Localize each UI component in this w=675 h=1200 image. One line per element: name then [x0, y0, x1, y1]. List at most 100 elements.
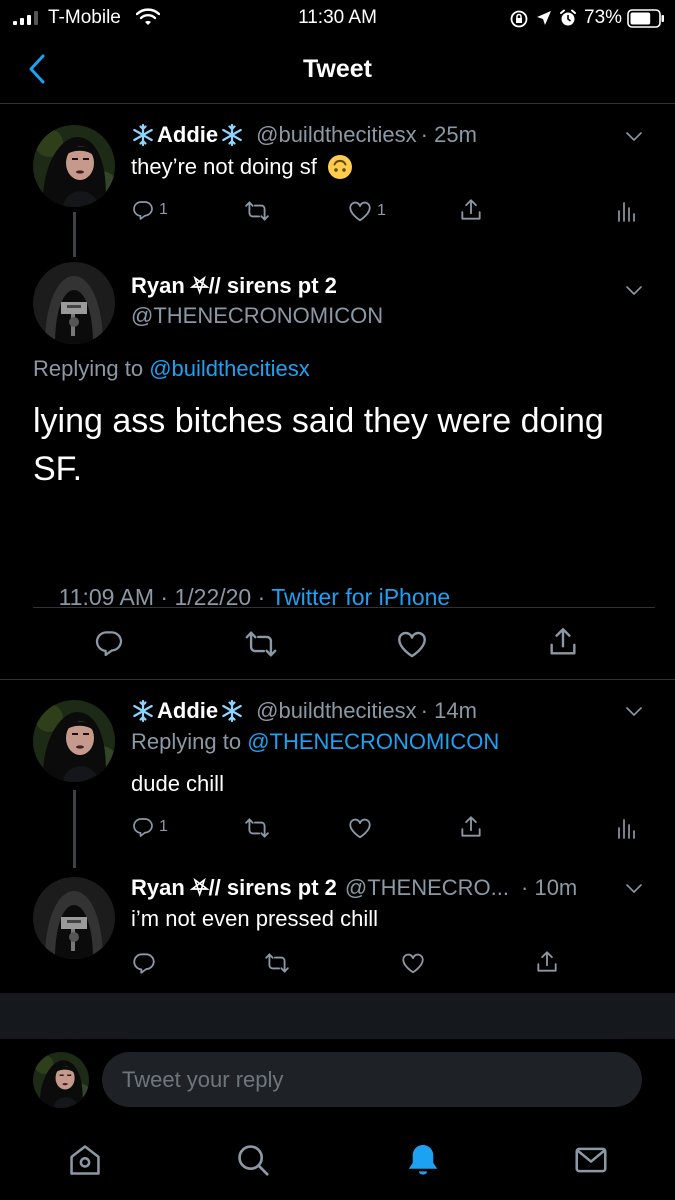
chevron-down-icon [622, 278, 646, 302]
tweet-age: · 14m [420, 698, 477, 723]
share-icon [534, 949, 560, 975]
chevron-down-icon [622, 876, 646, 900]
retweet-icon [244, 198, 270, 224]
tab-messages[interactable] [572, 1141, 610, 1179]
tweet-menu-button[interactable] [622, 876, 646, 900]
notifications-icon [408, 1144, 438, 1175]
chevron-down-icon [622, 699, 646, 723]
like-button[interactable] [395, 627, 429, 661]
share-icon [458, 814, 484, 840]
analytics-icon [614, 816, 638, 842]
divider [0, 679, 675, 680]
analytics-button[interactable] [614, 199, 638, 225]
share-button[interactable] [458, 814, 484, 840]
search-icon [238, 1145, 269, 1176]
share-icon [458, 197, 484, 223]
retweet-icon [244, 627, 278, 661]
battery-percent: 73% [584, 7, 623, 28]
reply-count: 1 [159, 818, 168, 835]
author-name[interactable]: Ryan ⛧// sirens pt 2 [131, 273, 337, 299]
reply-count: 1 [159, 201, 168, 218]
divider [33, 607, 655, 608]
replying-to-link[interactable]: @THENECRONOMICON [247, 729, 499, 754]
snowflake-icon [131, 123, 155, 147]
tweet-author-row: Addie @buildthecitiesx · 14m [131, 696, 477, 726]
top-nav-bar: Tweet [0, 36, 675, 104]
section-separator [0, 993, 675, 1039]
heart-icon [347, 198, 373, 224]
replying-to-link[interactable]: @buildthecitiesx [149, 356, 310, 381]
avatar [33, 1052, 89, 1108]
replying-to-label: Replying to [131, 729, 242, 754]
share-button[interactable] [534, 949, 560, 975]
orientation-lock-icon [509, 9, 529, 29]
replying-to-label: Replying to [33, 356, 144, 381]
reply-icon [131, 198, 155, 222]
tweet-menu-button[interactable] [622, 124, 646, 148]
like-button[interactable]: 1 [347, 198, 386, 224]
tweet-age: · 25m [420, 122, 477, 147]
reply-button[interactable] [93, 627, 125, 659]
avatar[interactable] [33, 262, 115, 344]
reply-input-placeholder: Tweet your reply [122, 1067, 284, 1092]
tweet-text: dude chill [131, 771, 224, 796]
heart-icon [400, 950, 426, 976]
battery-icon [627, 9, 665, 28]
reply-button[interactable] [131, 950, 157, 976]
reply-icon [131, 815, 155, 839]
avatar[interactable] [33, 877, 115, 959]
messages-icon [575, 1147, 607, 1173]
like-count: 1 [377, 202, 386, 219]
tweet-author-row: Ryan ⛧// sirens pt 2 @THENECRO... · 10m [131, 873, 577, 903]
thread-connector [73, 212, 76, 257]
retweet-button[interactable] [244, 627, 278, 661]
tweet-text: i’m not even pressed chill [131, 906, 379, 931]
like-button[interactable] [347, 815, 373, 841]
reply-input[interactable]: Tweet your reply [102, 1052, 642, 1107]
share-icon [546, 625, 580, 659]
author-handle[interactable]: @THENECRONOMICON [131, 303, 383, 329]
tab-search[interactable] [234, 1141, 272, 1179]
author-name[interactable]: Addie [157, 698, 218, 724]
alarm-icon [559, 9, 577, 27]
tweet-menu-button[interactable] [622, 278, 646, 302]
snowflake-icon [220, 699, 244, 723]
reply-button[interactable]: 1 [131, 815, 168, 839]
heart-icon [395, 627, 429, 661]
author-name[interactable]: Addie [157, 122, 218, 148]
replying-to-line: Replying to @THENECRONOMICON [131, 729, 499, 755]
retweet-button[interactable] [244, 815, 270, 841]
reply-icon [93, 627, 125, 659]
analytics-button[interactable] [614, 816, 638, 842]
reply-button[interactable]: 1 [131, 198, 168, 222]
share-button[interactable] [458, 197, 484, 223]
tweet-age: · 10m [521, 875, 578, 900]
tweet-text-line: SF. [33, 450, 83, 488]
tweet-text: they’re not doing sf [131, 154, 317, 179]
replying-to-line: Replying to @buildthecitiesx [33, 356, 310, 382]
tweet-author-row: Addie @buildthecitiesx · 25m [131, 120, 477, 150]
author-name[interactable]: Ryan ⛧// sirens pt 2 [131, 875, 337, 901]
upside-down-face-emoji [327, 154, 353, 180]
retweet-icon [264, 950, 290, 976]
chevron-down-icon [622, 124, 646, 148]
thread-connector [73, 790, 76, 868]
tweet-text-row: they’re not doing sf [131, 154, 353, 180]
tweet-menu-button[interactable] [622, 699, 646, 723]
avatar[interactable] [33, 700, 115, 782]
author-handle[interactable]: @THENECRO... [345, 875, 509, 901]
share-button[interactable] [546, 625, 580, 659]
tab-notifications[interactable] [404, 1141, 442, 1179]
tab-home[interactable] [66, 1141, 104, 1179]
analytics-icon [614, 199, 638, 225]
retweet-button[interactable] [244, 198, 270, 224]
status-bar: T-Mobile 11:30 AM 73% [0, 0, 675, 36]
retweet-button[interactable] [264, 950, 290, 976]
snowflake-icon [220, 123, 244, 147]
location-icon [536, 10, 552, 26]
author-handle[interactable]: @buildthecitiesx [256, 698, 417, 724]
author-handle[interactable]: @buildthecitiesx [256, 122, 417, 148]
tweet-meta: 11:09 AM · 1/22/20 · Twitter for iPhone [33, 557, 451, 638]
avatar[interactable] [33, 125, 115, 207]
like-button[interactable] [400, 950, 426, 976]
